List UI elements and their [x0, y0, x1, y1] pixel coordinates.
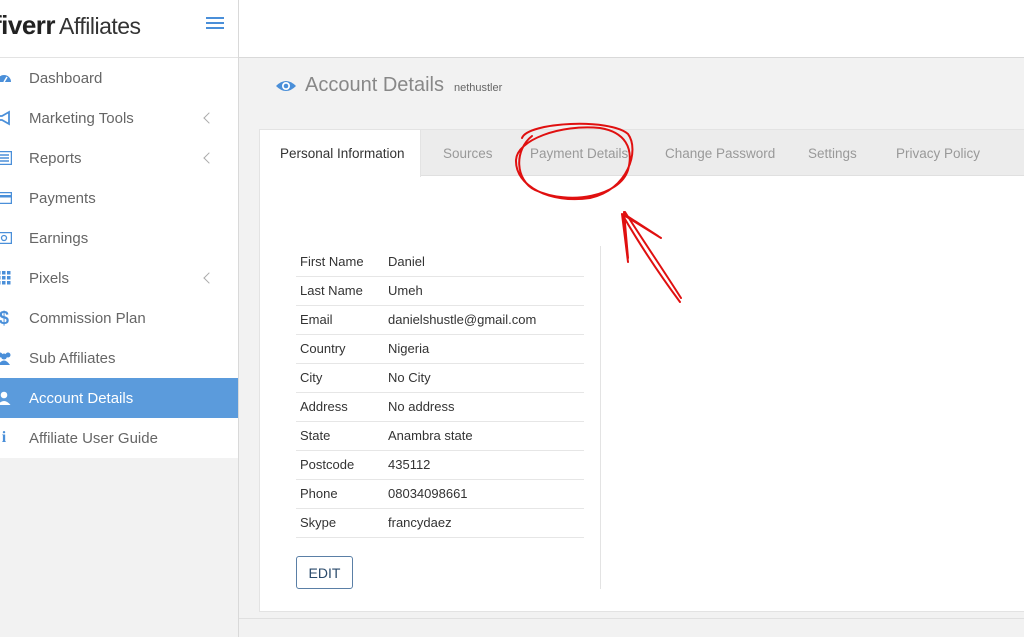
- info-icon: i: [1, 429, 7, 446]
- username-label: nethustler: [453, 81, 503, 94]
- users-icon: [0, 350, 12, 366]
- sidebar-item-pixels[interactable]: Pixels: [0, 258, 238, 298]
- account-tabs: Personal Information Sources Payment Det…: [260, 130, 1024, 177]
- footer-divider: [239, 618, 1024, 619]
- table-row: State Anambra state: [296, 421, 584, 451]
- sidebar-item-account-details[interactable]: Account Details: [0, 378, 238, 418]
- sidebar-item-earnings[interactable]: Earnings: [0, 218, 238, 258]
- brand-header: fiverrAffiliates: [0, 0, 238, 58]
- table-row: Phone 08034098661: [296, 479, 584, 509]
- tab-privacy-policy[interactable]: Privacy Policy: [896, 130, 980, 176]
- tab-personal-information[interactable]: Personal Information: [260, 130, 421, 177]
- fiverr-affiliates-logo[interactable]: fiverrAffiliates: [0, 10, 200, 41]
- account-panel: Personal Information Sources Payment Det…: [259, 129, 1024, 612]
- personal-info-table: First Name Daniel Last Name Umeh Email dani…: [296, 247, 584, 538]
- chevron-left-icon: [203, 272, 215, 284]
- credit-card-icon: [0, 190, 12, 206]
- dollar-icon: $: [0, 307, 9, 328]
- grid-icon: [0, 270, 12, 286]
- table-row: Country Nigeria: [296, 334, 584, 364]
- sidebar-item-affiliate-user-guide[interactable]: i Affiliate User Guide: [0, 418, 238, 458]
- chevron-left-icon: [203, 152, 215, 164]
- table-row: Postcode 435112: [296, 450, 584, 480]
- sidebar-item-dashboard[interactable]: Dashboard: [0, 58, 238, 98]
- tab-settings[interactable]: Settings: [808, 130, 857, 176]
- sidebar: fiverrAffiliates Dashboard Marketing Too…: [0, 0, 239, 637]
- table-row: First Name Daniel: [296, 247, 584, 277]
- table-row: Last Name Umeh: [296, 276, 584, 306]
- column-divider: [600, 246, 601, 589]
- tab-sources[interactable]: Sources: [443, 130, 493, 176]
- sidebar-item-reports[interactable]: Reports: [0, 138, 238, 178]
- sidebar-item-marketing-tools[interactable]: Marketing Tools: [0, 98, 238, 138]
- megaphone-icon: [0, 110, 12, 126]
- chevron-left-icon: [203, 112, 215, 124]
- user-icon: [0, 390, 12, 406]
- eye-icon: [276, 80, 296, 91]
- sidebar-item-commission-plan[interactable]: $ Commission Plan: [0, 298, 238, 338]
- edit-button[interactable]: EDIT: [296, 556, 353, 589]
- page-title: Account Details: [305, 74, 444, 96]
- main-content: Account Details nethustler Personal Info…: [239, 58, 1024, 637]
- money-icon: [0, 230, 12, 246]
- dashboard-icon: [0, 70, 12, 86]
- tab-change-password[interactable]: Change Password: [665, 130, 775, 176]
- list-icon: [0, 150, 12, 166]
- table-row: Email danielshustle@gmail.com: [296, 305, 584, 335]
- sidebar-item-sub-affiliates[interactable]: Sub Affiliates: [0, 338, 238, 378]
- table-row: City No City: [296, 363, 584, 393]
- menu-toggle-icon[interactable]: [206, 17, 224, 31]
- sidebar-item-payments[interactable]: Payments: [0, 178, 238, 218]
- table-row: Address No address: [296, 392, 584, 422]
- sidebar-nav: Dashboard Marketing Tools Reports Paymen…: [0, 58, 238, 458]
- tab-payment-details[interactable]: Payment Details: [530, 130, 628, 176]
- top-bar: [239, 0, 1024, 58]
- page-header: Account Details nethustler: [275, 74, 502, 97]
- table-row: Skype francydaez: [296, 508, 584, 538]
